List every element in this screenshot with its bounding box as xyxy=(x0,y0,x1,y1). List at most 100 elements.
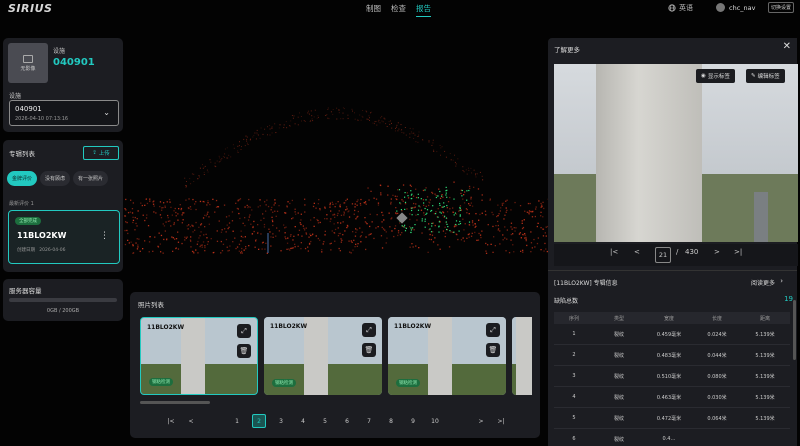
page-button[interactable]: 3 xyxy=(274,414,288,428)
detail-scrollbar[interactable] xyxy=(793,300,796,360)
first-page-button[interactable]: |< xyxy=(164,414,178,428)
photo-index-input[interactable]: 21 xyxy=(655,247,671,263)
table-cell: 裂纹 xyxy=(613,373,624,380)
show-marks-button[interactable]: ◉ 显示标签 xyxy=(696,69,735,83)
project-list-item[interactable]: 全部完成 11BLO2KW 创建日期 2026-04-06 ⋮ xyxy=(8,210,120,264)
user-settings-button[interactable]: 切换设置 xyxy=(768,2,795,13)
user-menu[interactable]: chc_nav xyxy=(716,3,755,12)
photo-strip[interactable]: 11BLO2KW ⤢ 🗑 钢粘检测 11BLO2KW ⤢ 🗑 钢粘检测 11BL… xyxy=(140,317,532,395)
table-cell: 4 xyxy=(572,394,576,400)
table-row[interactable]: 6 裂纹 0.4… xyxy=(554,429,790,446)
column-header: 距离 xyxy=(759,315,770,322)
device-select-date: 2026-04-10 07:13:16 xyxy=(15,116,69,122)
project-list-card: 专辑列表 ⇪ 上传 金牌评价 没有顾虑 有一张照片 最新评价 1 全部完成 11… xyxy=(3,140,123,272)
table-cell: 裂纹 xyxy=(613,331,624,338)
first-photo-button[interactable]: |< xyxy=(610,248,618,256)
nav-tab-report[interactable]: 报告 xyxy=(416,3,431,17)
page-button[interactable]: 5 xyxy=(318,414,332,428)
table-row[interactable]: 5 裂纹 0.472毫米 0.064米 5.139米 xyxy=(554,408,790,429)
defect-count-label: 缺陷总数 xyxy=(554,298,579,305)
more-options-icon[interactable]: ⋮ xyxy=(100,231,109,241)
photo-strip-scrollbar[interactable] xyxy=(140,401,210,404)
nav-tab-mapping[interactable]: 制图 xyxy=(366,3,381,17)
table-cell: 5.139米 xyxy=(755,331,775,338)
storage-title: 服务器容量 xyxy=(9,287,42,295)
prev-page-button[interactable]: < xyxy=(184,414,198,428)
photo-list-title: 照片列表 xyxy=(138,301,164,309)
table-cell: 裂纹 xyxy=(613,352,624,359)
upload-icon: ⇪ xyxy=(92,150,97,156)
detail-photo[interactable]: ◉ 显示标签 ✎ 编辑标签 xyxy=(554,64,798,242)
page-button[interactable]: 6 xyxy=(340,414,354,428)
edit-marks-button[interactable]: ✎ 编辑标签 xyxy=(746,69,785,83)
page-button[interactable]: 1 xyxy=(230,414,244,428)
filter-tab-rated[interactable]: 金牌评价 xyxy=(7,171,38,186)
defect-table: 序列 类型 宽度 长度 距离 1 裂纹 0.459毫米 0.024米 5.139米 2 裂纹… xyxy=(554,312,790,446)
trash-icon[interactable]: 🗑 xyxy=(237,344,251,358)
photo-label: 11BLO2KW xyxy=(394,323,432,330)
column-header: 长度 xyxy=(711,315,722,322)
storage-usage-bar xyxy=(9,298,117,302)
photo-badge: 钢粘检测 xyxy=(396,379,420,387)
column-header: 宽度 xyxy=(663,315,674,322)
photo-card[interactable]: 11BLO2KW ⤢ 🗑 钢粘检测 xyxy=(140,317,258,395)
table-cell: 2 xyxy=(572,352,576,358)
upload-button[interactable]: ⇪ 上传 xyxy=(83,146,119,160)
next-page-button[interactable]: > xyxy=(474,414,488,428)
filter-tab-no-concern[interactable]: 没有顾虑 xyxy=(40,171,71,186)
detail-title: 了解更多 xyxy=(554,46,580,54)
table-cell: 0.064米 xyxy=(707,415,727,422)
page-button[interactable]: 10 xyxy=(428,414,442,428)
device-label: 设施 xyxy=(53,48,66,55)
device-select[interactable]: 040901 2026-04-10 07:13:16 ⌄ xyxy=(9,100,119,126)
next-photo-button[interactable]: > xyxy=(714,248,720,256)
app-logo[interactable]: SIRIUS xyxy=(8,2,52,15)
chevron-right-icon[interactable]: › xyxy=(780,277,783,285)
column-header: 序列 xyxy=(568,315,579,322)
pencil-icon: ✎ xyxy=(751,73,756,79)
photo-card[interactable]: 11BLO2KW ⤢ 🗑 钢粘检测 xyxy=(388,317,506,395)
table-row[interactable]: 1 裂纹 0.459毫米 0.024米 5.139米 xyxy=(554,324,790,345)
photo-card[interactable] xyxy=(512,317,532,395)
page-button[interactable]: 4 xyxy=(296,414,310,428)
close-icon[interactable]: ✕ xyxy=(783,41,791,52)
photo-index-separator: / xyxy=(676,248,679,256)
thumbnail-label: 无影像 xyxy=(20,65,36,72)
table-header: 序列 类型 宽度 长度 距离 xyxy=(554,312,790,324)
table-cell: 6 xyxy=(572,436,576,442)
project-list-title: 专辑列表 xyxy=(9,150,35,158)
top-bar: SIRIUS 制图 检查 报告 英语 chc_nav 切换设置 xyxy=(0,0,800,18)
table-row[interactable]: 4 裂纹 0.463毫米 0.030米 5.139米 xyxy=(554,387,790,408)
last-page-button[interactable]: >| xyxy=(494,414,508,428)
nav-tab-inspection[interactable]: 检查 xyxy=(391,3,406,17)
page-button[interactable]: 7 xyxy=(362,414,376,428)
trash-icon[interactable]: 🗑 xyxy=(486,343,500,357)
status-badge: 全部完成 xyxy=(15,217,41,225)
username: chc_nav xyxy=(729,3,756,12)
trash-icon[interactable]: 🗑 xyxy=(362,343,376,357)
recent-label: 最新评价 1 xyxy=(9,201,34,207)
table-cell: 3 xyxy=(572,373,576,379)
photo-card[interactable]: 11BLO2KW ⤢ 🗑 钢粘检测 xyxy=(264,317,382,395)
table-row[interactable]: 2 裂纹 0.483毫米 0.044米 5.139米 xyxy=(554,345,790,366)
filter-tab-one-photo[interactable]: 有一张照片 xyxy=(73,171,109,186)
language-switch[interactable]: 英语 xyxy=(668,3,693,13)
expand-icon[interactable]: ⤢ xyxy=(237,324,251,338)
page-button[interactable]: 8 xyxy=(384,414,398,428)
device-select-label: 设施 xyxy=(9,93,22,100)
project-meta-date: 2026-04-06 xyxy=(39,248,66,253)
table-row[interactable]: 3 裂纹 0.510毫米 0.080米 5.139米 xyxy=(554,366,790,387)
app-root: SIRIUS 制图 检查 报告 英语 chc_nav 切换设置 无影像 设施 0… xyxy=(0,0,800,446)
expand-icon[interactable]: ⤢ xyxy=(486,323,500,337)
last-photo-button[interactable]: >| xyxy=(734,248,742,256)
expand-icon[interactable]: ⤢ xyxy=(362,323,376,337)
prev-photo-button[interactable]: < xyxy=(634,248,640,256)
page-button-current[interactable]: 2 xyxy=(252,414,266,428)
read-more-link[interactable]: 阅读更多 xyxy=(751,278,775,287)
image-placeholder-icon xyxy=(23,54,33,63)
point-cloud-viewport[interactable] xyxy=(124,18,554,308)
photo-badge: 钢粘检测 xyxy=(272,379,296,387)
photo-label: 11BLO2KW xyxy=(147,324,185,331)
page-button[interactable]: 9 xyxy=(406,414,420,428)
show-marks-label: 显示标签 xyxy=(707,74,730,80)
